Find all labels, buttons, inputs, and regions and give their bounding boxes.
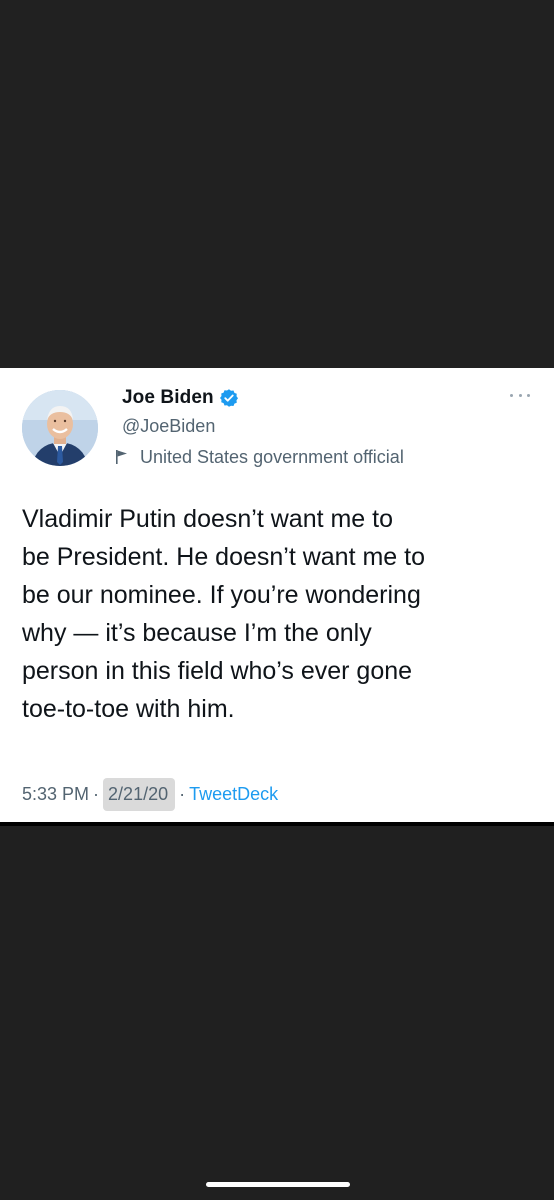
author-name-row: Joe Biden: [122, 386, 239, 410]
meta-separator-2: ·: [179, 783, 186, 804]
author-display-name[interactable]: Joe Biden: [122, 387, 214, 409]
author-handle[interactable]: @JoeBiden: [122, 416, 215, 437]
avatar[interactable]: [22, 390, 98, 466]
verified-badge-icon: [219, 388, 239, 408]
flag-icon: [112, 447, 132, 467]
screenshot-bottom-background: [0, 828, 554, 1200]
avatar-image: [22, 390, 98, 466]
tweet-date[interactable]: 2/21/20: [103, 777, 176, 811]
home-indicator[interactable]: [206, 1182, 350, 1187]
tweet-text: Vladimir Putin doesn’t want me to be Pre…: [22, 505, 426, 723]
affiliation-label: United States government official: [140, 446, 404, 467]
affiliation-label-row: United States government official: [112, 446, 404, 468]
screenshot-top-background: [0, 0, 554, 368]
tweet-time[interactable]: 5:33 PM: [22, 784, 89, 805]
tweet-metadata: 5:33 PM · 2/21/20 · TweetDeck: [22, 777, 278, 811]
tweet-card[interactable]: Joe Biden @JoeBiden United States govern…: [0, 368, 554, 826]
more-options-icon[interactable]: [510, 390, 530, 400]
meta-separator: ·: [93, 783, 100, 804]
tweet-source-link[interactable]: TweetDeck: [189, 784, 278, 805]
